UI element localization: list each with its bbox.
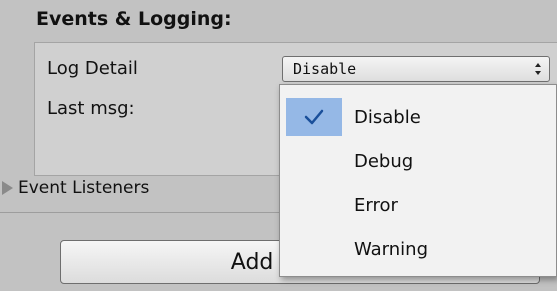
menu-item-error[interactable]: Error (280, 183, 556, 227)
menu-item-label: Warning (354, 238, 429, 260)
log-detail-label: Log Detail (47, 58, 138, 79)
menu-item-label: Error (354, 194, 398, 216)
check-cell (286, 186, 342, 224)
checkmark-icon (286, 98, 342, 136)
menu-item-debug[interactable]: Debug (280, 139, 556, 183)
check-cell (286, 142, 342, 180)
last-msg-label: Last msg: (47, 98, 135, 119)
section-title: Events & Logging: (36, 8, 232, 30)
check-cell (286, 230, 342, 268)
menu-item-warning[interactable]: Warning (280, 227, 556, 271)
triangle-right-icon (2, 181, 13, 195)
menu-item-label: Disable (354, 106, 421, 128)
updown-arrows-icon (533, 61, 543, 77)
event-listeners-foldout[interactable]: Event Listeners (0, 178, 149, 198)
menu-item-disable[interactable]: Disable (280, 95, 556, 139)
log-detail-menu: Disable Debug Error Warning (279, 84, 557, 277)
menu-item-label: Debug (354, 150, 414, 172)
log-detail-popup[interactable]: Disable (282, 56, 550, 82)
foldout-label: Event Listeners (18, 178, 150, 198)
log-detail-popup-value: Disable (293, 60, 357, 78)
inspector-panel: Events & Logging: Log Detail Last msg: D… (0, 0, 557, 291)
